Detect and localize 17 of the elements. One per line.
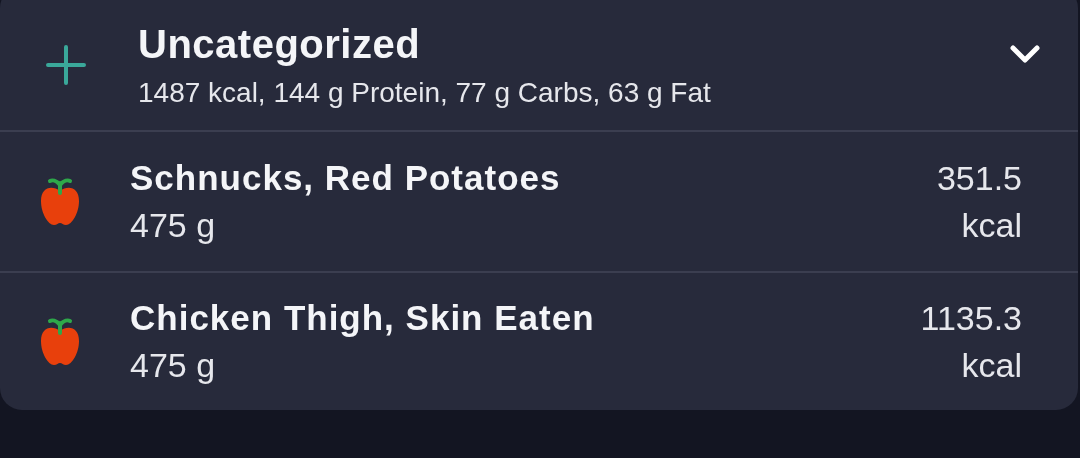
food-name: Schnucks, Red Potatoes xyxy=(130,158,562,198)
food-amount: 475 g xyxy=(130,346,217,385)
food-amount: 475 g xyxy=(130,206,217,245)
plus-icon xyxy=(46,45,86,85)
energy-unit: kcal xyxy=(961,205,1022,245)
group-title: Uncategorized xyxy=(138,21,422,67)
group-summary: 1487 kcal, 144 g Protein, 77 g Carbs, 63 g Fat xyxy=(138,76,712,109)
food-row[interactable]: Chicken Thigh, Skin Eaten 475 g 1135.3 kcal xyxy=(0,271,1078,410)
energy-unit: kcal xyxy=(961,345,1022,385)
apple-icon xyxy=(38,176,82,227)
food-row[interactable]: Schnucks, Red Potatoes 475 g 351.5 kcal xyxy=(0,132,1078,271)
apple-icon xyxy=(38,316,82,367)
add-button[interactable] xyxy=(44,43,88,87)
food-energy: 1135.3 xyxy=(920,298,1022,338)
food-name: Chicken Thigh, Skin Eaten xyxy=(130,298,596,338)
food-energy: 351.5 xyxy=(936,158,1022,198)
chevron-icon xyxy=(1010,45,1040,63)
